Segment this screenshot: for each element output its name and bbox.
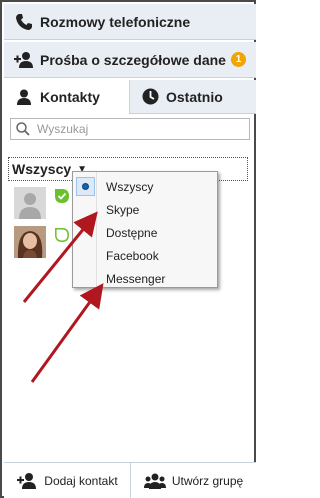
phone-icon xyxy=(12,10,36,34)
clock-icon xyxy=(140,87,160,107)
menu-item-dostepne[interactable]: Dostępne xyxy=(73,221,217,244)
create-group-label: Utwórz grupę xyxy=(171,474,244,488)
menu-item-wszyscy[interactable]: Wszyscy xyxy=(73,175,217,198)
menu-item-messenger[interactable]: Messenger xyxy=(73,267,217,290)
tab-bar: Kontakty Ostatnio xyxy=(4,80,256,114)
nav-details-request[interactable]: Prośba o szczegółowe dane 1 xyxy=(4,42,256,78)
menu-item-label: Wszyscy xyxy=(106,179,154,194)
tab-recent[interactable]: Ostatnio xyxy=(130,80,256,114)
tab-recent-label: Ostatnio xyxy=(166,88,223,105)
nav-calls-label: Rozmowy telefoniczne xyxy=(40,13,191,30)
add-person-icon xyxy=(16,472,38,490)
menu-item-label: Facebook xyxy=(106,248,159,263)
bottom-bar: Dodaj kontakt Utwórz grupę xyxy=(4,462,256,498)
menu-item-label: Skype xyxy=(106,202,140,217)
notification-badge: 1 xyxy=(231,52,246,67)
contact-avatar-photo[interactable] xyxy=(14,226,46,258)
search-icon xyxy=(15,121,31,137)
nav-request-label: Prośba o szczegółowe dane xyxy=(40,51,226,68)
status-online-icon xyxy=(55,189,69,203)
group-icon xyxy=(143,472,166,490)
menu-item-skype[interactable]: Skype xyxy=(73,198,217,221)
tab-contacts[interactable]: Kontakty xyxy=(4,80,130,114)
menu-item-label: Dostępne xyxy=(106,225,158,240)
person-icon xyxy=(14,87,34,107)
add-contact-label: Dodaj kontakt xyxy=(44,474,118,488)
contact-avatar-default[interactable] xyxy=(14,187,46,219)
tab-contacts-label: Kontakty xyxy=(40,89,100,105)
menu-item-facebook[interactable]: Facebook xyxy=(73,244,217,267)
create-group-button[interactable]: Utwórz grupę xyxy=(130,463,256,498)
filter-menu: Wszyscy Skype Dostępne Facebook Messenge… xyxy=(72,171,218,288)
radio-selected-icon xyxy=(76,177,95,196)
add-contact-button[interactable]: Dodaj kontakt xyxy=(4,463,130,498)
search-input[interactable] xyxy=(37,122,237,136)
status-offline-icon xyxy=(55,228,69,242)
search-box xyxy=(10,118,250,140)
add-person-icon xyxy=(12,48,36,72)
arrow-to-messenger xyxy=(30,283,104,383)
nav-calls[interactable]: Rozmowy telefoniczne xyxy=(4,4,256,40)
filter-selected: Wszyscy xyxy=(12,161,72,177)
app-window: Rozmowy telefoniczne Prośba o szczegółow… xyxy=(0,0,256,498)
menu-item-label: Messenger xyxy=(106,271,166,286)
